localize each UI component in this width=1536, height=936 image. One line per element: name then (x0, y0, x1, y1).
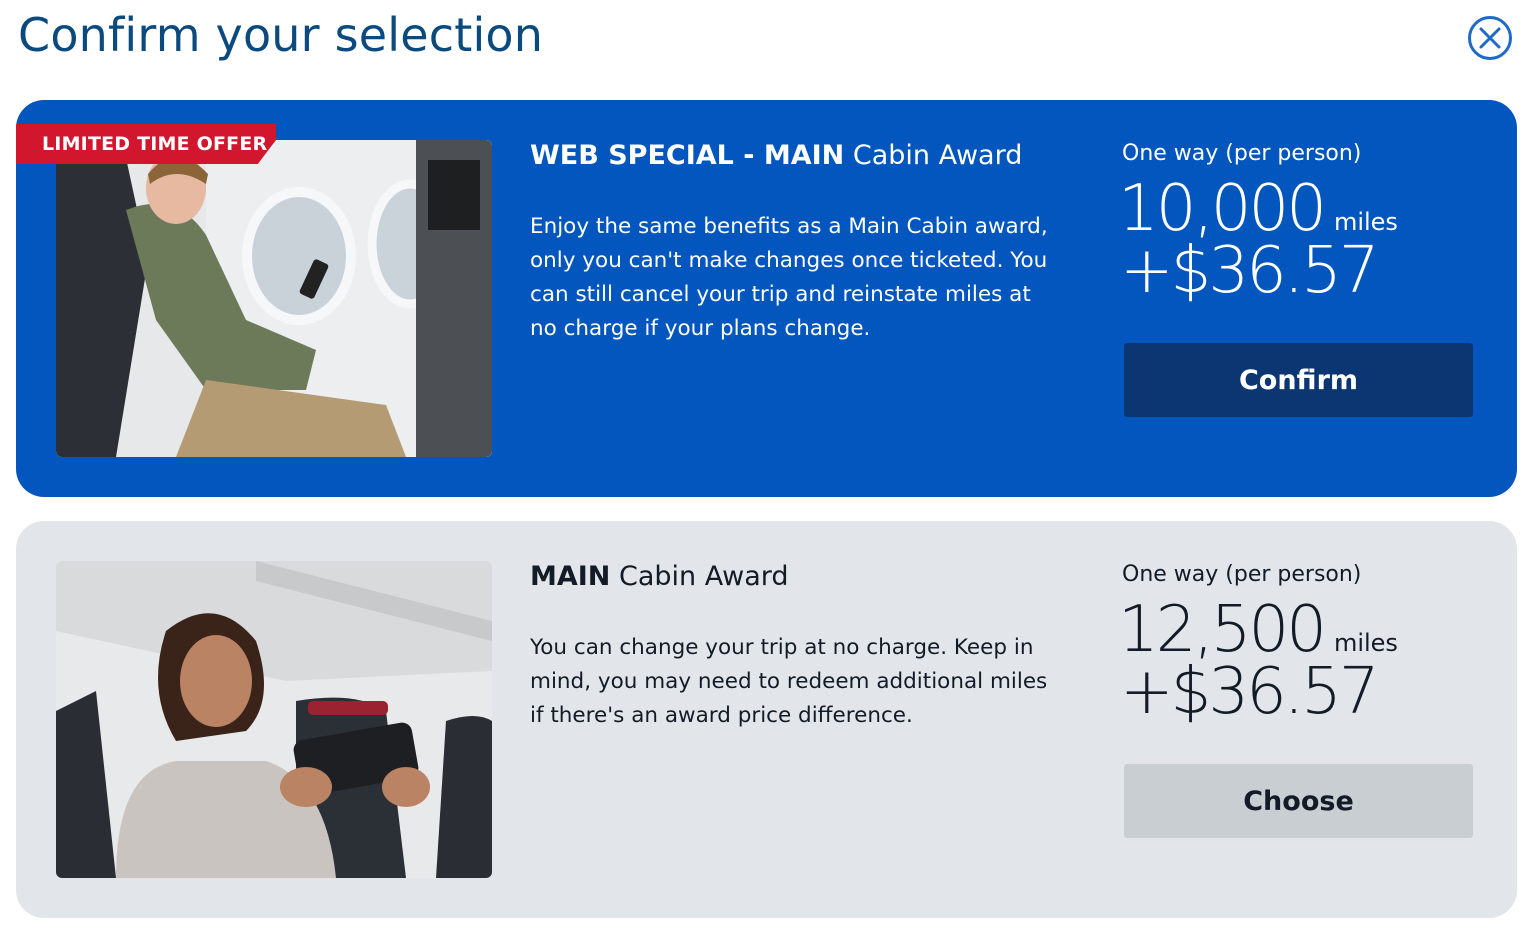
close-icon (1479, 27, 1501, 49)
limited-time-offer-badge: LIMITED TIME OFFER (16, 124, 276, 164)
fare-title: WEB SPECIAL - MAIN Cabin Award (530, 140, 1022, 171)
miles-unit: miles (1333, 629, 1398, 657)
fare-title-bold: MAIN (530, 561, 611, 592)
passenger-photo (56, 561, 492, 878)
miles-unit: miles (1333, 208, 1398, 236)
fare-description: You can change your trip at no charge. K… (530, 635, 1048, 728)
cash-price: +$36.57 (1120, 234, 1380, 308)
fare-title-rest: Cabin Award (610, 561, 789, 592)
web-special-fare-card: LIMITED TIME OFFER WEB SPECIAL - MAIN Ca… (16, 100, 1517, 497)
main-cabin-fare-card: MAIN Cabin Award You can change your tri… (16, 521, 1517, 918)
choose-button[interactable]: Choose (1124, 764, 1473, 838)
price-label: One way (per person) (1122, 141, 1362, 166)
fare-description: Enjoy the same benefits as a Main Cabin … (530, 214, 1048, 341)
cash-price: +$36.57 (1120, 655, 1380, 729)
price-label: One way (per person) (1122, 562, 1362, 587)
passenger-photo (56, 140, 492, 457)
fare-title: MAIN Cabin Award (530, 561, 789, 592)
confirm-button[interactable]: Confirm (1124, 343, 1473, 417)
fare-title-bold: WEB SPECIAL - MAIN (530, 140, 845, 171)
fare-title-rest: Cabin Award (844, 140, 1023, 171)
page-title: Confirm your selection (18, 8, 544, 62)
close-button[interactable] (1468, 16, 1512, 60)
